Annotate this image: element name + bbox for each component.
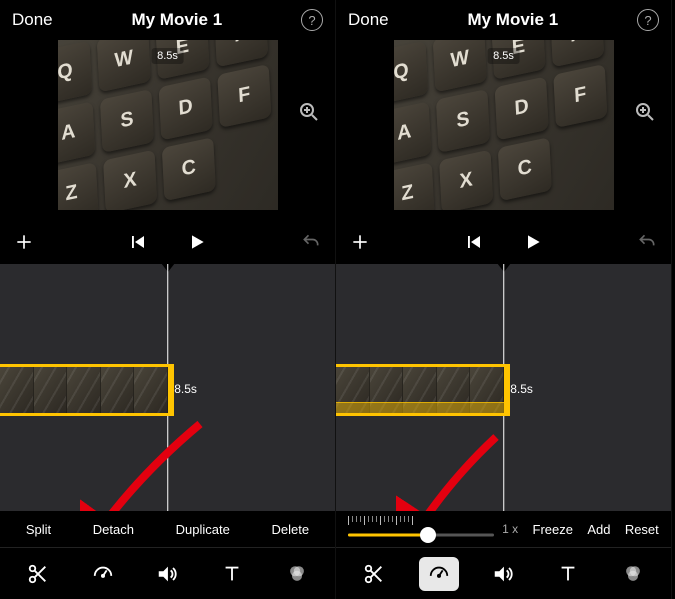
text-tool[interactable] bbox=[212, 557, 252, 591]
annotation-arrow-icon bbox=[80, 414, 220, 511]
play-button[interactable] bbox=[523, 232, 543, 252]
zoom-button[interactable] bbox=[633, 100, 657, 124]
action-row: 1 x Freeze Add Reset bbox=[336, 511, 671, 547]
zoom-button[interactable] bbox=[297, 100, 321, 124]
speed-value-label: 1 x bbox=[502, 522, 518, 536]
help-button[interactable]: ? bbox=[301, 9, 323, 31]
timeline[interactable]: 8.5s bbox=[336, 264, 671, 511]
scissors-tool[interactable] bbox=[354, 557, 394, 591]
help-button[interactable]: ? bbox=[637, 9, 659, 31]
add-media-button[interactable] bbox=[350, 232, 370, 252]
done-button[interactable]: Done bbox=[12, 10, 53, 30]
text-tool[interactable] bbox=[548, 557, 588, 591]
video-preview[interactable]: QWERASDFZXC 8.5s bbox=[58, 40, 278, 210]
speed-tool[interactable] bbox=[419, 557, 459, 591]
toolbar bbox=[336, 547, 671, 599]
project-title: My Movie 1 bbox=[389, 10, 637, 30]
action-row: Split Detach Duplicate Delete bbox=[0, 511, 335, 547]
preview-duration-badge: 8.5s bbox=[487, 48, 520, 64]
undo-button[interactable] bbox=[637, 232, 657, 252]
header: Done My Movie 1 ? bbox=[336, 0, 671, 40]
video-clip[interactable] bbox=[0, 364, 168, 416]
preview-area: QWERASDFZXC 8.5s bbox=[0, 40, 335, 220]
speed-slider-knob[interactable] bbox=[420, 527, 436, 543]
clip-handle[interactable] bbox=[168, 364, 174, 416]
reset-button[interactable]: Reset bbox=[625, 522, 659, 537]
scissors-tool[interactable] bbox=[18, 557, 58, 591]
transport-bar bbox=[0, 220, 335, 264]
skip-start-button[interactable] bbox=[465, 233, 483, 251]
speed-tool[interactable] bbox=[83, 557, 123, 591]
annotation-arrow-icon bbox=[396, 429, 516, 511]
speed-slider[interactable]: 1 x bbox=[348, 516, 518, 543]
filters-tool[interactable] bbox=[613, 557, 653, 591]
header: Done My Movie 1 ? bbox=[0, 0, 335, 40]
left-pane: Done My Movie 1 ? QWERASDFZXC 8.5s bbox=[0, 0, 336, 599]
clip-handle[interactable] bbox=[504, 364, 510, 416]
detach-button[interactable]: Detach bbox=[93, 522, 134, 537]
duplicate-button[interactable]: Duplicate bbox=[176, 522, 230, 537]
right-pane: Done My Movie 1 ? QWERASDFZXC 8.5s bbox=[336, 0, 672, 599]
transport-bar bbox=[336, 220, 671, 264]
clip-duration-label: 8.5s bbox=[510, 382, 533, 396]
preview-area: QWERASDFZXC 8.5s bbox=[336, 40, 671, 220]
project-title: My Movie 1 bbox=[53, 10, 301, 30]
volume-tool[interactable] bbox=[147, 557, 187, 591]
split-button[interactable]: Split bbox=[26, 522, 51, 537]
volume-tool[interactable] bbox=[483, 557, 523, 591]
filters-tool[interactable] bbox=[277, 557, 317, 591]
play-button[interactable] bbox=[187, 232, 207, 252]
undo-button[interactable] bbox=[301, 232, 321, 252]
video-preview[interactable]: QWERASDFZXC 8.5s bbox=[394, 40, 614, 210]
timeline[interactable]: 8.5s bbox=[0, 264, 335, 511]
clip-duration-label: 8.5s bbox=[174, 382, 197, 396]
done-button[interactable]: Done bbox=[348, 10, 389, 30]
freeze-button[interactable]: Freeze bbox=[533, 522, 573, 537]
add-button[interactable]: Add bbox=[587, 522, 610, 537]
add-media-button[interactable] bbox=[14, 232, 34, 252]
skip-start-button[interactable] bbox=[129, 233, 147, 251]
toolbar bbox=[0, 547, 335, 599]
preview-duration-badge: 8.5s bbox=[151, 48, 184, 64]
delete-button[interactable]: Delete bbox=[272, 522, 310, 537]
clip-speed-region[interactable] bbox=[336, 402, 504, 416]
